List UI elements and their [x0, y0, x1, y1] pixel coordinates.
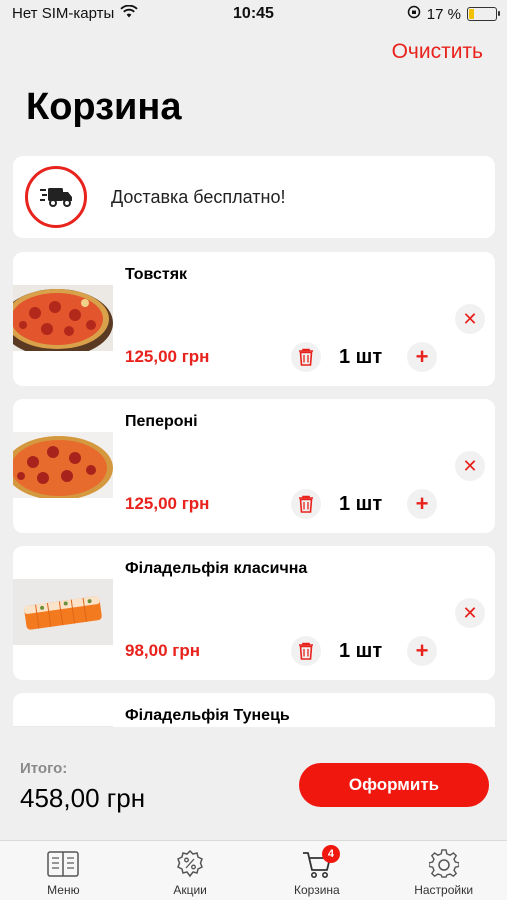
menu-book-icon: [46, 849, 80, 879]
plus-icon: +: [415, 638, 429, 663]
battery-percent: 17 %: [426, 5, 461, 23]
item-quantity: 1 шт: [339, 493, 383, 515]
trash-icon: [299, 495, 313, 513]
tab-settings[interactable]: Настройки: [380, 841, 507, 900]
item-quantity: 1 шт: [339, 640, 383, 662]
item-price: 98,00 грн: [125, 641, 200, 660]
status-right: 17 %: [407, 5, 500, 23]
cart-count-badge: 4: [321, 845, 340, 863]
trash-icon: [299, 348, 313, 366]
cart-list[interactable]: Товстяк 125,00 грн 1 шт + ✕ Пепероні 125…: [13, 252, 495, 727]
plus-icon: +: [415, 491, 429, 516]
tab-label: Корзина: [294, 883, 340, 897]
battery-icon: [467, 7, 500, 21]
increase-button[interactable]: +: [407, 636, 437, 666]
product-image-sushi: [13, 579, 113, 645]
delivery-text: Доставка бесплатно!: [111, 186, 286, 207]
checkout-button[interactable]: Оформить: [299, 763, 489, 807]
delivery-truck-icon: [25, 166, 87, 228]
cart-item: Філадельфія класична 98,00 грн 1 шт + ✕: [13, 546, 495, 680]
page-title: Корзина: [26, 86, 182, 128]
item-price: 125,00 грн: [125, 347, 210, 366]
tab-promotions[interactable]: Акции: [127, 841, 254, 900]
item-name: Товстяк: [125, 266, 188, 283]
decrease-trash-button[interactable]: [291, 636, 321, 666]
cart-item: Філадельфія Тунець: [13, 693, 495, 727]
plus-icon: +: [415, 344, 429, 369]
close-icon: ✕: [462, 308, 478, 329]
cart-icon: 4: [300, 845, 340, 879]
status-bar: Нет SIM-карты 10:45 17 %: [0, 0, 507, 28]
product-image-pizza: [13, 432, 113, 498]
increase-button[interactable]: +: [407, 342, 437, 372]
gear-icon: [427, 849, 461, 879]
total-value: 458,00 грн: [20, 783, 146, 813]
cart-item: Товстяк 125,00 грн 1 шт + ✕: [13, 252, 495, 386]
rotation-lock-icon: [407, 5, 421, 23]
increase-button[interactable]: +: [407, 489, 437, 519]
clear-cart-button[interactable]: Очистить: [392, 40, 483, 64]
item-quantity: 1 шт: [339, 346, 383, 368]
tab-label: Акции: [173, 883, 207, 897]
delivery-banner: Доставка бесплатно!: [13, 156, 495, 238]
tab-menu[interactable]: Меню: [0, 841, 127, 900]
decrease-trash-button[interactable]: [291, 489, 321, 519]
close-icon: ✕: [462, 455, 478, 476]
decrease-trash-button[interactable]: [291, 342, 321, 372]
item-name: Пепероні: [125, 413, 198, 430]
tab-cart[interactable]: 4 Корзина: [254, 841, 381, 900]
item-name: Філадельфія Тунець: [125, 707, 290, 724]
battery-fill: [469, 9, 474, 19]
remove-item-button[interactable]: ✕: [455, 598, 485, 628]
cart-item: Пепероні 125,00 грн 1 шт + ✕: [13, 399, 495, 533]
tab-label: Меню: [47, 883, 80, 897]
total-label: Итого:: [20, 760, 68, 777]
product-image-pizza: [13, 285, 113, 351]
close-icon: ✕: [462, 602, 478, 623]
product-image-sushi: [13, 726, 113, 727]
item-price: 125,00 грн: [125, 494, 210, 513]
tab-bar: Меню Акции 4 Корзина Настройки: [0, 840, 507, 900]
tab-label: Настройки: [414, 883, 474, 897]
discount-badge-icon: [173, 849, 207, 879]
remove-item-button[interactable]: ✕: [455, 451, 485, 481]
trash-icon: [299, 642, 313, 660]
item-name: Філадельфія класична: [125, 560, 308, 577]
remove-item-button[interactable]: ✕: [455, 304, 485, 334]
